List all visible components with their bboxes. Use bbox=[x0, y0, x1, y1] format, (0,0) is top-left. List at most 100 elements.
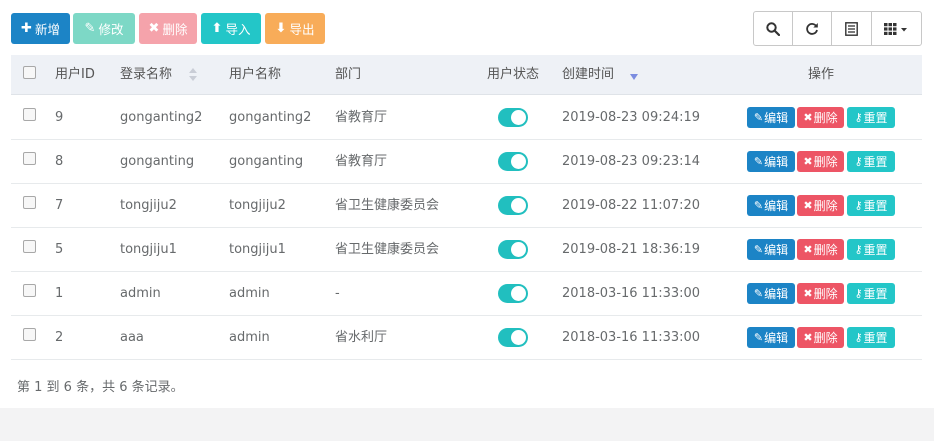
cell-dept: 省卫生健康委员会 bbox=[335, 198, 440, 213]
cell-create-time: 2019-08-22 11:07:20 bbox=[562, 198, 701, 213]
cell-create-time: 2018-03-16 11:33:00 bbox=[562, 286, 701, 301]
row-delete-button[interactable]: ✖ 删除 bbox=[797, 239, 844, 260]
row-delete-label: 删除 bbox=[813, 243, 838, 257]
cell-user-id: 7 bbox=[55, 198, 64, 213]
table-tools bbox=[753, 11, 922, 46]
header-user-id[interactable]: 用户ID bbox=[55, 55, 95, 95]
download-icon: ⬇ bbox=[275, 21, 287, 36]
row-delete-label: 删除 bbox=[813, 155, 838, 169]
select-all-checkbox[interactable] bbox=[23, 66, 36, 79]
row-reset-button[interactable]: ⚷ 重置 bbox=[847, 283, 895, 304]
content-panel: ✚ 新增 ✎ 修改 ✖ 删除 ⬆ 导入 ⬇ 导出 用户ID 登录名称 用户名称 … bbox=[0, 0, 934, 408]
row-edit-label: 编辑 bbox=[764, 199, 789, 213]
cell-create-time: 2019-08-23 09:24:19 bbox=[562, 110, 701, 125]
row-delete-label: 删除 bbox=[813, 199, 838, 213]
row-edit-button[interactable]: ✎ 编辑 bbox=[747, 151, 795, 172]
row-edit-button[interactable]: ✎ 编辑 bbox=[747, 107, 795, 128]
row-reset-button[interactable]: ⚷ 重置 bbox=[847, 195, 895, 216]
status-toggle[interactable] bbox=[498, 284, 528, 303]
times-icon: ✖ bbox=[803, 199, 813, 212]
key-icon: ⚷ bbox=[854, 331, 863, 344]
cell-create-time: 2018-03-16 11:33:00 bbox=[562, 330, 701, 345]
columns-icon bbox=[883, 22, 907, 35]
row-reset-button[interactable]: ⚷ 重置 bbox=[847, 151, 895, 172]
add-button[interactable]: ✚ 新增 bbox=[11, 13, 70, 44]
cell-user-id: 5 bbox=[55, 242, 64, 257]
refresh-button[interactable] bbox=[793, 12, 832, 45]
delete-button[interactable]: ✖ 删除 bbox=[139, 13, 197, 44]
toggle-view-button[interactable] bbox=[832, 12, 872, 45]
toggle-knob bbox=[511, 110, 526, 125]
row-checkbox[interactable] bbox=[23, 328, 36, 341]
search-icon bbox=[766, 21, 780, 36]
sort-icon[interactable] bbox=[189, 68, 197, 82]
columns-button[interactable] bbox=[872, 12, 921, 45]
row-delete-button[interactable]: ✖ 删除 bbox=[797, 107, 844, 128]
cell-dept: - bbox=[335, 286, 340, 301]
export-button-label: 导出 bbox=[289, 22, 315, 37]
cell-login-name: gonganting2 bbox=[120, 110, 203, 125]
edit-icon: ✎ bbox=[753, 243, 764, 256]
delete-button-label: 删除 bbox=[162, 22, 188, 37]
header-create-time[interactable]: 创建时间 bbox=[562, 55, 614, 95]
table-row[interactable]: 7 tongjiju2 tongjiju2 省卫生健康委员会 2019-08-2… bbox=[11, 184, 922, 228]
status-toggle[interactable] bbox=[498, 328, 528, 347]
row-edit-label: 编辑 bbox=[764, 111, 789, 125]
edit-button[interactable]: ✎ 修改 bbox=[73, 13, 135, 44]
header-status: 用户状态 bbox=[487, 67, 540, 82]
status-toggle[interactable] bbox=[498, 108, 528, 127]
cell-user-name: admin bbox=[229, 286, 270, 301]
row-edit-button[interactable]: ✎ 编辑 bbox=[747, 283, 795, 304]
cell-user-name: admin bbox=[229, 330, 270, 345]
row-checkbox[interactable] bbox=[23, 240, 36, 253]
search-button[interactable] bbox=[754, 12, 793, 45]
row-checkbox[interactable] bbox=[23, 284, 36, 297]
cell-login-name: gonganting bbox=[120, 154, 195, 169]
row-reset-button[interactable]: ⚷ 重置 bbox=[847, 107, 895, 128]
cell-user-id: 1 bbox=[55, 286, 64, 301]
table-row[interactable]: 9 gonganting2 gonganting2 省教育厅 2019-08-2… bbox=[11, 96, 922, 140]
row-edit-label: 编辑 bbox=[764, 243, 789, 257]
list-icon bbox=[845, 21, 858, 36]
row-delete-button[interactable]: ✖ 删除 bbox=[797, 195, 844, 216]
status-toggle[interactable] bbox=[498, 152, 528, 171]
row-reset-button[interactable]: ⚷ 重置 bbox=[847, 239, 895, 260]
toggle-knob bbox=[511, 286, 526, 301]
toggle-knob bbox=[511, 330, 526, 345]
row-edit-button[interactable]: ✎ 编辑 bbox=[747, 239, 795, 260]
table-row[interactable]: 8 gonganting gonganting 省教育厅 2019-08-23 … bbox=[11, 140, 922, 184]
cell-user-id: 2 bbox=[55, 330, 64, 345]
toggle-knob bbox=[511, 198, 526, 213]
table-row[interactable]: 2 aaa admin 省水利厅 2018-03-16 11:33:00 ✎ 编辑… bbox=[11, 316, 922, 360]
row-delete-label: 删除 bbox=[813, 111, 838, 125]
row-reset-button[interactable]: ⚷ 重置 bbox=[847, 327, 895, 348]
row-delete-button[interactable]: ✖ 删除 bbox=[797, 283, 844, 304]
cell-user-id: 9 bbox=[55, 110, 64, 125]
row-delete-button[interactable]: ✖ 删除 bbox=[797, 327, 844, 348]
toggle-knob bbox=[511, 154, 526, 169]
header-user-name: 用户名称 bbox=[229, 67, 282, 82]
row-delete-button[interactable]: ✖ 删除 bbox=[797, 151, 844, 172]
import-button[interactable]: ⬆ 导入 bbox=[201, 13, 261, 44]
sort-desc-icon[interactable] bbox=[630, 74, 638, 80]
cell-create-time: 2019-08-21 18:36:19 bbox=[562, 242, 701, 257]
row-checkbox[interactable] bbox=[23, 108, 36, 121]
export-button[interactable]: ⬇ 导出 bbox=[265, 13, 325, 44]
header-login-name[interactable]: 登录名称 bbox=[120, 55, 172, 95]
row-checkbox[interactable] bbox=[23, 196, 36, 209]
status-toggle[interactable] bbox=[498, 196, 528, 215]
table-row[interactable]: 5 tongjiju1 tongjiju1 省卫生健康委员会 2019-08-2… bbox=[11, 228, 922, 272]
status-toggle[interactable] bbox=[498, 240, 528, 259]
refresh-icon bbox=[806, 22, 818, 35]
cell-dept: 省卫生健康委员会 bbox=[335, 242, 440, 257]
row-edit-button[interactable]: ✎ 编辑 bbox=[747, 195, 795, 216]
row-reset-label: 重置 bbox=[863, 243, 888, 257]
row-edit-button[interactable]: ✎ 编辑 bbox=[747, 327, 795, 348]
row-checkbox[interactable] bbox=[23, 152, 36, 165]
table-row[interactable]: 1 admin admin - 2018-03-16 11:33:00 ✎ 编辑 … bbox=[11, 272, 922, 316]
times-icon: ✖ bbox=[803, 155, 813, 168]
edit-icon: ✎ bbox=[753, 287, 764, 300]
cell-create-time: 2019-08-23 09:23:14 bbox=[562, 154, 701, 169]
toggle-knob bbox=[511, 242, 526, 257]
import-button-label: 导入 bbox=[225, 22, 251, 37]
